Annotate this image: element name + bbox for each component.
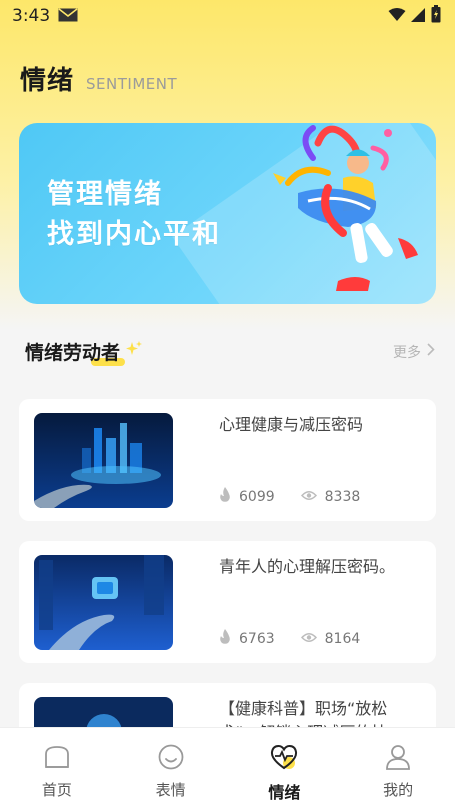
- like-count: 6099: [239, 488, 275, 505]
- banner-text: 管理情绪 找到内心平和: [47, 175, 221, 255]
- tab-home[interactable]: 首页: [17, 743, 97, 800]
- article-card[interactable]: 青年人的心理解压密码。 6763 8164: [19, 541, 436, 663]
- heart-pulse-icon: [269, 743, 299, 775]
- article-stats: 6763 8164: [219, 629, 386, 648]
- more-link[interactable]: 更多: [393, 342, 435, 362]
- status-bar: 3:43: [0, 0, 455, 32]
- tab-label: 首页: [41, 781, 72, 799]
- tab-label: 表情: [155, 781, 186, 799]
- tab-emoji[interactable]: 表情: [131, 743, 211, 800]
- user-icon: [384, 743, 412, 775]
- sparkle-icon: [124, 340, 144, 364]
- status-time: 3:43: [12, 6, 51, 26]
- article-thumbnail: [34, 555, 173, 650]
- smile-icon: [157, 743, 185, 775]
- mail-icon: [58, 7, 78, 26]
- wifi-icon: [388, 7, 406, 26]
- page-header: 情绪 SENTIMENT: [20, 60, 177, 97]
- banner-line-1: 管理情绪: [47, 179, 163, 210]
- tab-label: 情绪: [268, 783, 301, 802]
- eye-icon: [300, 631, 317, 647]
- article-title: 心理健康与减压密码: [219, 415, 364, 434]
- view-count: 8164: [324, 630, 361, 647]
- tab-label: 我的: [383, 781, 414, 799]
- home-icon: [43, 743, 71, 775]
- article-title: 青年人的心理解压密码。: [219, 557, 396, 576]
- article-stats: 6099 8338: [219, 487, 386, 506]
- fire-icon: [219, 487, 231, 506]
- article-card[interactable]: 心理健康与减压密码 6099 8338: [19, 399, 436, 521]
- more-label: 更多: [393, 344, 421, 361]
- battery-icon: [431, 5, 441, 27]
- view-count: 8338: [324, 488, 361, 505]
- fire-icon: [219, 629, 231, 648]
- section-title: 情绪劳动者: [25, 342, 121, 364]
- tab-profile[interactable]: 我的: [358, 743, 438, 800]
- like-count: 6763: [239, 630, 275, 647]
- page-subtitle: SENTIMENT: [86, 75, 178, 93]
- chevron-right-icon: [427, 343, 435, 360]
- running-person-illustration: [273, 125, 418, 291]
- tab-sentiment[interactable]: 情绪: [244, 743, 324, 803]
- eye-icon: [300, 489, 317, 505]
- page-title: 情绪: [20, 66, 75, 96]
- section-header: 情绪劳动者 更多: [25, 338, 435, 366]
- bottom-tab-bar: 首页 表情 情绪 我的: [0, 727, 455, 809]
- banner-line-2: 找到内心平和: [47, 219, 221, 250]
- article-thumbnail: [34, 413, 173, 508]
- signal-icon: [411, 7, 426, 26]
- promo-banner[interactable]: 管理情绪 找到内心平和: [19, 123, 436, 304]
